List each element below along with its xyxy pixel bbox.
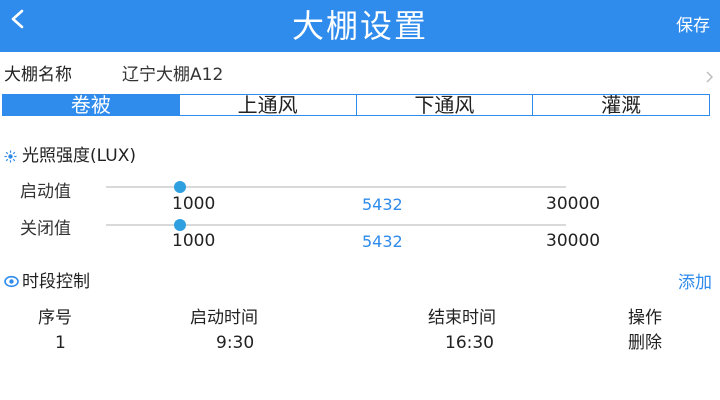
tab-irrigation[interactable]: 灌溉 [533,95,709,115]
column-header-index: 序号 [38,308,72,328]
eye-icon [4,275,19,288]
tab-upper-vent[interactable]: 上通风 [180,95,357,115]
row-start-time[interactable]: 9:30 [216,332,254,354]
start-min-value: 1000 [172,194,216,214]
schedule-section-header: 时段控制 [4,270,90,294]
stop-current-value: 5432 [362,232,403,251]
stop-value-label: 关闭值 [20,219,71,239]
chevron-right-icon [706,71,713,83]
start-current-value: 5432 [362,195,403,214]
header-bar: 大棚设置 保存 [0,0,720,52]
add-schedule-button[interactable]: 添加 [678,272,712,294]
start-value-slider[interactable] [106,181,566,193]
tab-rolling-cover[interactable]: 卷被 [3,95,180,115]
greenhouse-name-row[interactable]: 大棚名称 辽宁大棚A12 [0,60,720,90]
greenhouse-name-label: 大棚名称 [4,65,72,85]
schedule-section-title: 时段控制 [22,272,90,292]
start-slider-handle[interactable] [174,181,186,193]
column-header-end-time: 结束时间 [428,308,496,328]
control-tabs: 卷被 上通风 下通风 灌溉 [2,94,710,116]
light-section-header: 光照强度(LUX) [4,144,136,168]
stop-max-value: 30000 [546,231,601,251]
greenhouse-name-value: 辽宁大棚A12 [122,65,224,85]
row-index: 1 [55,333,66,353]
stop-min-value: 1000 [172,231,216,251]
column-header-action: 操作 [628,308,662,328]
start-max-value: 30000 [546,194,601,214]
tab-lower-vent[interactable]: 下通风 [357,95,534,115]
page-title: 大棚设置 [291,7,428,45]
stop-value-slider[interactable] [106,219,566,231]
column-header-start-time: 启动时间 [190,308,258,328]
delete-row-button[interactable]: 删除 [628,332,662,354]
light-section-title: 光照强度(LUX) [22,146,136,166]
start-value-label: 启动值 [20,182,71,202]
save-button[interactable]: 保存 [676,14,710,38]
row-end-time[interactable]: 16:30 [445,332,494,354]
sun-icon [4,150,17,163]
